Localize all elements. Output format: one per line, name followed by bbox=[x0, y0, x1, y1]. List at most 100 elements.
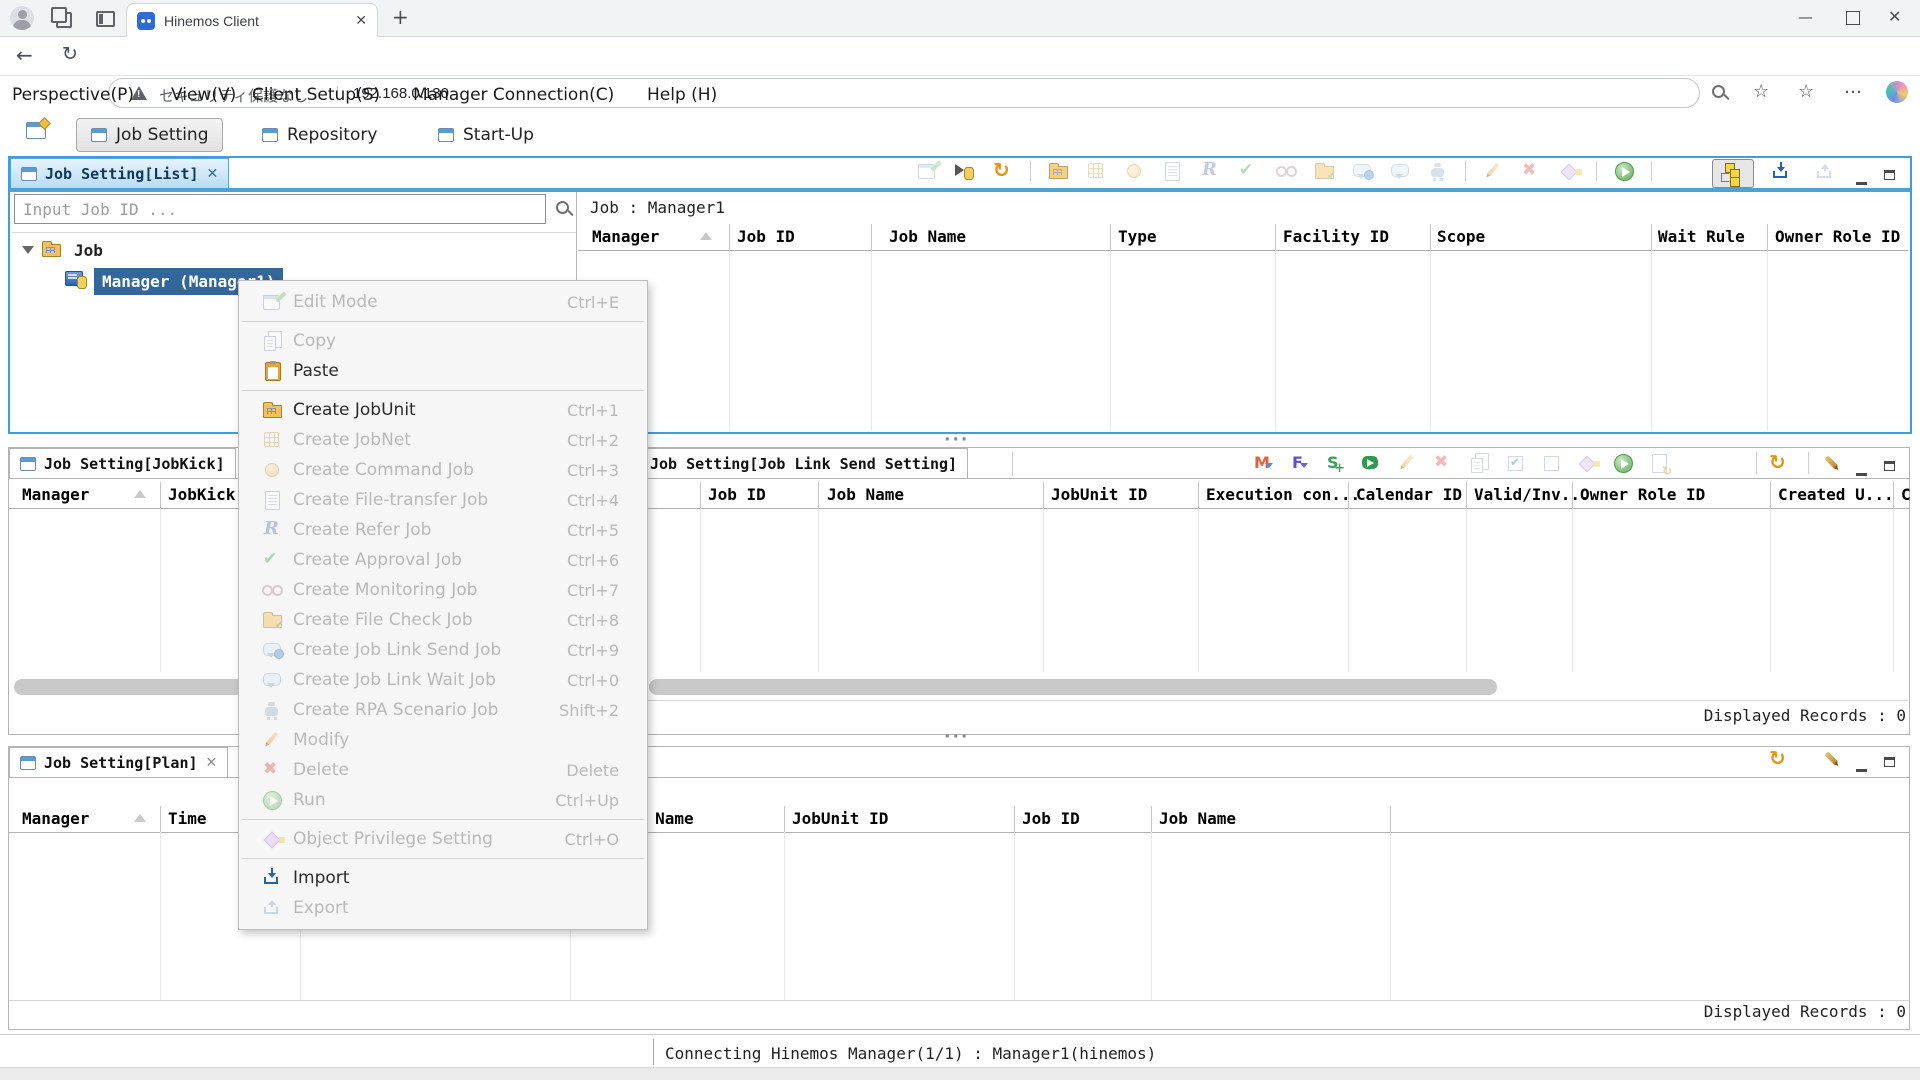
col-jobunit-id[interactable]: JobUnit ID bbox=[1051, 482, 1147, 508]
col-job-id[interactable]: Job ID bbox=[1022, 806, 1080, 832]
refresh-document-icon[interactable] bbox=[1648, 452, 1670, 474]
reload-icon[interactable]: ↻ bbox=[62, 43, 78, 65]
menu-item-run[interactable]: RunCtrl+Up bbox=[239, 785, 647, 815]
tab-job-setting-jobkick[interactable]: Job Setting[JobKick] bbox=[9, 448, 236, 478]
menu-perspective[interactable]: Perspective(P) bbox=[12, 85, 134, 105]
edit-mode-icon[interactable] bbox=[916, 160, 938, 182]
menu-item-create-job-link-send-job[interactable]: Create Job Link Send JobCtrl+9 bbox=[239, 635, 647, 665]
col-execution-condition[interactable]: Execution con... bbox=[1206, 482, 1360, 508]
menu-client-setup[interactable]: Client Setup(S) bbox=[252, 85, 380, 105]
setting-s-icon[interactable] bbox=[1324, 452, 1346, 474]
perspective-job-setting-button[interactable]: Job Setting bbox=[76, 118, 223, 152]
view-maximize-icon[interactable] bbox=[1884, 752, 1895, 771]
menu-item-create-jobunit[interactable]: Create JobUnitCtrl+1 bbox=[239, 395, 647, 425]
job-link-message-icon[interactable] bbox=[1360, 452, 1382, 474]
create-jobunit-icon[interactable] bbox=[1047, 160, 1069, 182]
export-icon[interactable] bbox=[1814, 161, 1836, 183]
search-icon[interactable] bbox=[556, 201, 569, 214]
tab-close-icon[interactable]: ✕ bbox=[206, 755, 218, 771]
disable-checkbox-icon[interactable] bbox=[1540, 452, 1562, 474]
menu-item-export[interactable]: Export bbox=[239, 893, 647, 923]
tab-job-link-send-setting[interactable]: Job Setting[Job Link Send Setting] bbox=[640, 448, 968, 478]
menu-item-paste[interactable]: Paste bbox=[239, 356, 647, 386]
create-file-check-job-icon[interactable] bbox=[1313, 160, 1335, 182]
col-c[interactable]: C bbox=[1901, 482, 1911, 508]
open-perspective-icon[interactable] bbox=[26, 122, 46, 143]
col-jobunit-id[interactable]: JobUnit ID bbox=[792, 806, 888, 832]
col-manager[interactable]: Manager bbox=[592, 224, 659, 250]
menu-view[interactable]: View(V) bbox=[171, 85, 236, 105]
sash-handle[interactable]: ··· bbox=[944, 727, 969, 747]
copy-icon[interactable] bbox=[1468, 452, 1490, 474]
refresh-icon[interactable] bbox=[1768, 452, 1790, 474]
col-job-name[interactable]: Job Name bbox=[827, 482, 904, 508]
menu-item-create-file-check-job[interactable]: Create File Check JobCtrl+8 bbox=[239, 605, 647, 635]
menu-item-create-approval-job[interactable]: Create Approval JobCtrl+6 bbox=[239, 545, 647, 575]
menu-item-copy[interactable]: Copy bbox=[239, 326, 647, 356]
menu-help[interactable]: Help (H) bbox=[647, 85, 717, 105]
menu-item-object-privilege-setting[interactable]: Object Privilege SettingCtrl+O bbox=[239, 824, 647, 854]
import-icon[interactable] bbox=[1770, 161, 1792, 183]
col-owner-role-id[interactable]: Owner Role ID bbox=[1580, 482, 1705, 508]
browser-tab[interactable]: Hinemos Client ✕ bbox=[126, 3, 378, 37]
create-rpa-scenario-job-icon[interactable] bbox=[1427, 160, 1449, 182]
tab-close-icon[interactable]: ✕ bbox=[355, 13, 367, 29]
col-type[interactable]: Type bbox=[1118, 224, 1157, 250]
col-manager[interactable]: Manager bbox=[22, 482, 89, 508]
filter-pin-icon[interactable] bbox=[1820, 748, 1842, 770]
col-facility-id[interactable]: Facility ID bbox=[1283, 224, 1389, 250]
create-refer-job-icon[interactable] bbox=[1199, 160, 1221, 182]
view-maximize-icon[interactable] bbox=[1884, 165, 1895, 184]
create-monitoring-job-icon[interactable] bbox=[1275, 160, 1297, 182]
create-jobnet-icon[interactable] bbox=[1085, 160, 1107, 182]
view-minimize-icon[interactable] bbox=[1856, 170, 1867, 189]
create-job-link-send-job-icon[interactable] bbox=[1351, 160, 1373, 182]
new-tab-icon[interactable]: + bbox=[392, 5, 409, 29]
manager-m-icon[interactable] bbox=[1252, 452, 1274, 474]
create-command-job-icon[interactable] bbox=[1123, 160, 1145, 182]
run-icon[interactable] bbox=[1612, 452, 1634, 474]
filter-f-icon[interactable] bbox=[1288, 452, 1310, 474]
tree-view-toggle-button[interactable] bbox=[1712, 159, 1754, 188]
col-calendar-id[interactable]: Calendar ID bbox=[1356, 482, 1462, 508]
copilot-icon[interactable] bbox=[1886, 81, 1908, 103]
menu-item-modify[interactable]: Modify bbox=[239, 725, 647, 755]
tab-job-setting-plan[interactable]: Job Setting[Plan] ✕ bbox=[9, 747, 228, 777]
create-job-link-wait-job-icon[interactable] bbox=[1389, 160, 1411, 182]
copy-icon[interactable] bbox=[954, 160, 976, 182]
menu-item-import[interactable]: Import bbox=[239, 863, 647, 893]
col-owner-role-id[interactable]: Owner Role ID bbox=[1775, 224, 1900, 250]
menu-item-delete[interactable]: DeleteDelete bbox=[239, 755, 647, 785]
favorites-bar-icon[interactable]: ☆ bbox=[1798, 81, 1814, 102]
menu-item-create-file-transfer-job[interactable]: Create File-transfer JobCtrl+4 bbox=[239, 485, 647, 515]
job-id-search-input[interactable] bbox=[14, 194, 546, 224]
filter-pin-icon[interactable] bbox=[1820, 452, 1842, 474]
view-maximize-icon[interactable] bbox=[1884, 456, 1895, 475]
col-manager[interactable]: Manager bbox=[22, 806, 89, 832]
modify-icon[interactable] bbox=[1482, 160, 1504, 182]
tree-node-job[interactable]: Job bbox=[74, 241, 103, 260]
delete-icon[interactable] bbox=[1520, 160, 1542, 182]
menu-item-create-rpa-scenario-job[interactable]: Create RPA Scenario JobShift+2 bbox=[239, 695, 647, 725]
create-approval-job-icon[interactable] bbox=[1237, 160, 1259, 182]
refresh-icon[interactable] bbox=[1768, 748, 1790, 770]
col-wait-rule[interactable]: Wait Rule bbox=[1658, 224, 1745, 250]
perspective-startup-button[interactable]: Start-Up bbox=[438, 118, 534, 152]
view-minimize-icon[interactable] bbox=[1856, 461, 1867, 480]
window-minimize-icon[interactable]: — bbox=[1798, 8, 1813, 26]
browser-menu-icon[interactable]: … bbox=[1844, 77, 1863, 98]
menu-item-create-monitoring-job[interactable]: Create Monitoring JobCtrl+7 bbox=[239, 575, 647, 605]
refresh-icon[interactable] bbox=[992, 160, 1014, 182]
view-minimize-icon[interactable] bbox=[1856, 757, 1867, 776]
object-privilege-icon[interactable] bbox=[1558, 160, 1580, 182]
zoom-indicator-icon[interactable] bbox=[1712, 85, 1725, 98]
tab-groups-icon[interactable] bbox=[56, 12, 72, 28]
vertical-tabs-icon[interactable] bbox=[96, 11, 115, 27]
menu-item-edit-mode[interactable]: Edit ModeCtrl+E bbox=[239, 287, 647, 317]
run-icon[interactable] bbox=[1613, 160, 1635, 182]
col-scope[interactable]: Scope bbox=[1437, 224, 1485, 250]
col-job-name[interactable]: Job Name bbox=[1159, 806, 1236, 832]
col-time[interactable]: Time bbox=[168, 806, 207, 832]
create-file-transfer-job-icon[interactable] bbox=[1161, 160, 1183, 182]
menu-item-create-jobnet[interactable]: Create JobNetCtrl+2 bbox=[239, 425, 647, 455]
